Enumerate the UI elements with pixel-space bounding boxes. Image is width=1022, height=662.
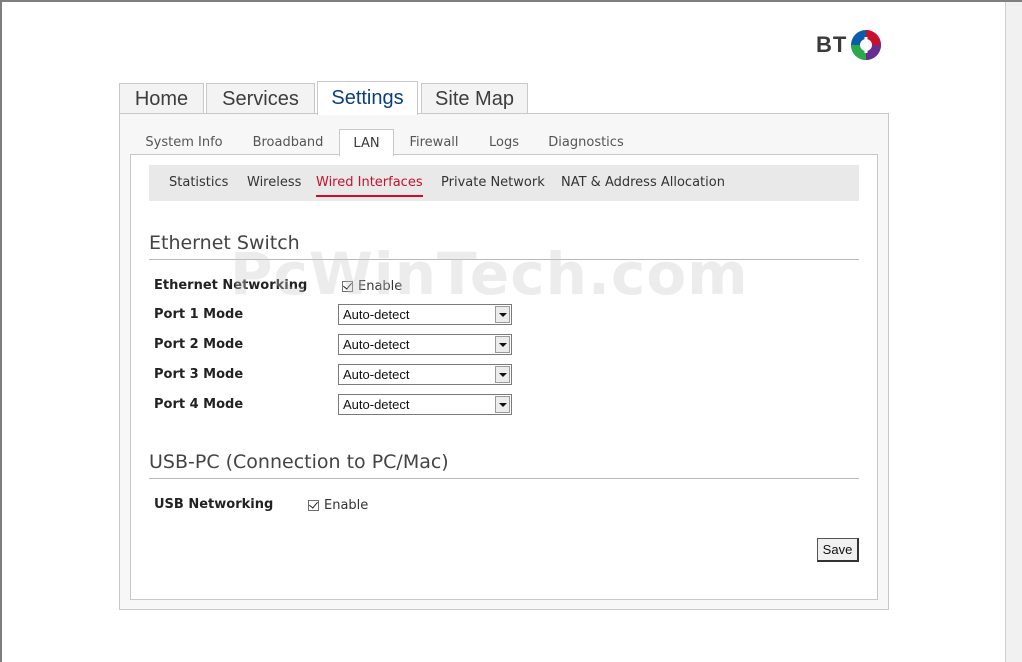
chevron-down-icon[interactable]: [495, 306, 510, 323]
ethernet-networking-label: Ethernet Networking: [154, 278, 308, 293]
logo-text: BT: [816, 32, 848, 57]
window-frame-left: [0, 0, 2, 662]
subnav-statistics[interactable]: Statistics: [169, 175, 228, 195]
tab-settings[interactable]: Settings: [317, 81, 418, 115]
port-2-mode-label: Port 2 Mode: [154, 337, 244, 352]
usb-networking-option: Enable: [308, 498, 368, 513]
tab-site-map[interactable]: Site Map: [421, 83, 528, 114]
chevron-down-icon[interactable]: [495, 396, 510, 413]
port-2-mode-value: Auto-detect: [343, 337, 410, 352]
ethernet-networking-checkbox[interactable]: [342, 280, 353, 292]
usb-networking-enable-label: Enable: [324, 498, 369, 513]
save-button[interactable]: Save: [817, 538, 859, 562]
check-icon: [343, 280, 352, 290]
chevron-down-icon[interactable]: [495, 366, 510, 383]
check-icon: [309, 499, 318, 509]
chevron-down-icon[interactable]: [495, 336, 510, 353]
tab-home[interactable]: Home: [119, 83, 204, 114]
section-divider: [149, 478, 859, 479]
ethernet-networking-option: Enable: [342, 279, 402, 294]
vertical-scrollbar[interactable]: [1005, 2, 1022, 662]
ethernet-switch-heading: Ethernet Switch: [149, 232, 300, 254]
ethernet-networking-enable-label: Enable: [358, 279, 403, 294]
subnav-private-network[interactable]: Private Network: [441, 175, 545, 195]
port-4-mode-value: Auto-detect: [343, 397, 410, 412]
subtab-diagnostics[interactable]: Diagnostics: [540, 129, 632, 155]
port-1-mode-label: Port 1 Mode: [154, 307, 244, 322]
subtab-lan[interactable]: LAN: [339, 129, 394, 156]
port-1-mode-value: Auto-detect: [343, 307, 410, 322]
port-1-mode-select[interactable]: Auto-detect: [338, 304, 512, 325]
port-4-mode-label: Port 4 Mode: [154, 397, 244, 412]
subtab-logs[interactable]: Logs: [480, 129, 528, 155]
subtab-broadband[interactable]: Broadband: [245, 129, 331, 155]
bt-globe-icon: [851, 30, 882, 60]
subnav-nat-address-allocation[interactable]: NAT & Address Allocation: [561, 175, 725, 195]
section-divider: [149, 259, 859, 260]
usb-pc-heading: USB-PC (Connection to PC/Mac): [149, 451, 449, 473]
port-2-mode-select[interactable]: Auto-detect: [338, 334, 512, 355]
bt-logo: BT: [816, 28, 882, 62]
subtab-system-info[interactable]: System Info: [136, 129, 232, 155]
port-3-mode-label: Port 3 Mode: [154, 367, 244, 382]
window-frame-top: [0, 0, 1022, 2]
subnav-wired-interfaces[interactable]: Wired Interfaces: [316, 175, 423, 197]
tab-services[interactable]: Services: [206, 83, 315, 114]
subtab-firewall[interactable]: Firewall: [401, 129, 467, 155]
subnav-wireless[interactable]: Wireless: [247, 175, 301, 195]
port-3-mode-value: Auto-detect: [343, 367, 410, 382]
usb-networking-checkbox[interactable]: [308, 499, 319, 511]
port-4-mode-select[interactable]: Auto-detect: [338, 394, 512, 415]
port-3-mode-select[interactable]: Auto-detect: [338, 364, 512, 385]
usb-networking-label: USB Networking: [154, 497, 274, 512]
